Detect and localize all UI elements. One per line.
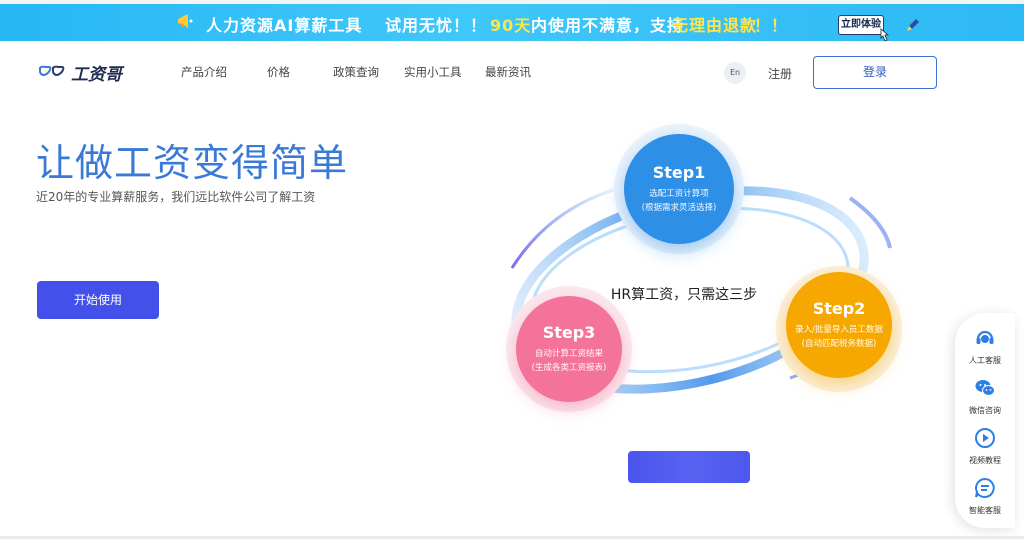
step3-title: Step3 [542, 323, 596, 342]
megaphone-icon [178, 14, 193, 28]
banner-text-3d: ！！ [754, 16, 789, 35]
sidebar-item-human-support[interactable]: 人工客服 [955, 327, 1015, 366]
sidebar-item-smart-support[interactable]: 智能客服 [955, 477, 1015, 516]
banner-text-3a: 90天 [490, 16, 532, 35]
banner-text-2: 试用无忧！！ [385, 16, 488, 35]
nav-item-product[interactable]: 产品介绍 [181, 64, 227, 80]
nav-item-policy[interactable]: 政策查询 [333, 64, 379, 80]
sidebar-label: 微信咨询 [969, 406, 1001, 415]
logo-text: 工资哥 [71, 64, 122, 85]
step3-line2: (生成各类工资报表) [531, 363, 607, 373]
nav-item-price[interactable]: 价格 [267, 64, 290, 80]
step1-circle: Step1 选配工资计算项 (根据需求灵活选择) [624, 134, 734, 244]
pointer-cursor-icon [880, 28, 890, 42]
nav-item-tools[interactable]: 实用小工具 [404, 64, 462, 80]
play-icon [975, 428, 995, 448]
banner-text-3b: 内使用不满意，支持 [531, 16, 685, 35]
top-nav: 工资哥 产品介绍 价格 政策查询 实用小工具 最新资讯 En 注册 登录 [0, 41, 1024, 105]
sidebar-item-video[interactable]: 视频教程 [955, 427, 1015, 466]
step3-circle: Step3 自动计算工资结果 (生成各类工资报表) [516, 296, 622, 402]
register-link[interactable]: 注册 [768, 65, 792, 82]
step2-line2: (自动匹配税务数据) [801, 339, 877, 349]
banner-text-1: 人力资源AI算薪工具 [206, 16, 363, 35]
sidebar-label: 视频教程 [969, 456, 1001, 465]
login-button[interactable]: 登录 [813, 56, 937, 89]
language-toggle[interactable]: En [724, 62, 746, 84]
step2-circle: Step2 录入/批量导入员工数据 (自动匹配税务数据) [786, 272, 892, 378]
diagram-center-text: HR算工资，只需这三步 [610, 287, 758, 303]
nav-item-news[interactable]: 最新资讯 [485, 64, 531, 80]
secondary-cta-button[interactable] [628, 451, 750, 483]
three-step-diagram: Step1 选配工资计算项 (根据需求灵活选择) Step2 录入/批量导入员工… [490, 118, 910, 428]
step1-line1: 选配工资计算项 [649, 189, 709, 199]
sidebar-item-wechat[interactable]: 微信咨询 [955, 377, 1015, 416]
logo[interactable]: 工资哥 [39, 61, 122, 85]
chat-bubble-icon [975, 477, 995, 498]
logo-mark-icon [39, 65, 65, 77]
step1-line2: (根据需求灵活选择) [641, 203, 717, 213]
promo-banner[interactable]: 人力资源AI算薪工具 试用无忧！！ 90天 内使用不满意，支持 无理由退款 ！！… [0, 4, 1024, 42]
hero-subtitle: 近20年的专业算薪服务，我们远比软件公司了解工资 [36, 190, 316, 204]
headset-icon [976, 330, 994, 344]
step3-line1: 自动计算工资结果 [534, 349, 603, 359]
step2-title: Step2 [812, 299, 866, 318]
hero-title: 让做工资变得简单 [36, 141, 349, 185]
support-sidebar: 人工客服 微信咨询 视频教程 智能客服 [955, 313, 1015, 528]
banner-text-3c: 无理由退款 [672, 16, 758, 35]
wechat-icon [975, 380, 995, 396]
pencil-icon [907, 19, 919, 31]
step1-title: Step1 [652, 163, 706, 182]
start-button[interactable]: 开始使用 [37, 281, 159, 319]
step2-line1: 录入/批量导入员工数据 [795, 325, 883, 335]
sidebar-label: 人工客服 [969, 356, 1001, 365]
sidebar-label: 智能客服 [969, 506, 1001, 515]
